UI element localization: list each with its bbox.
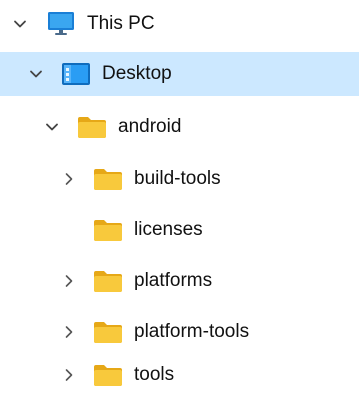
tree-item-label: This PC — [87, 13, 155, 34]
folder-icon — [94, 220, 122, 241]
folder-icon — [94, 271, 122, 292]
folder-icon — [94, 322, 122, 343]
chevron-down-icon[interactable] — [28, 66, 44, 82]
tree-item-licenses[interactable]: licenses — [0, 207, 359, 251]
tree-item-label: build-tools — [134, 168, 221, 189]
tree-item-tools[interactable]: tools — [0, 350, 359, 394]
tree-item-label: Desktop — [102, 63, 172, 84]
chevron-right-icon[interactable] — [61, 273, 77, 289]
folder-icon — [94, 365, 122, 386]
tree-item-label: platform-tools — [134, 321, 250, 342]
tree-item-label: tools — [134, 364, 175, 385]
folder-icon — [94, 169, 122, 190]
tree-item-android[interactable]: android — [0, 104, 359, 148]
folder-icon — [78, 117, 106, 138]
tree-item-label: licenses — [134, 219, 203, 240]
tree-item-label: platforms — [134, 270, 213, 291]
navigation-tree: This PC Desktop android build-tools lice… — [0, 0, 359, 396]
chevron-right-icon[interactable] — [61, 367, 77, 383]
tree-item-label: android — [118, 116, 182, 137]
computer-icon — [48, 12, 74, 35]
desktop-icon — [62, 63, 90, 85]
chevron-down-icon[interactable] — [12, 16, 28, 32]
tree-item-this-pc[interactable]: This PC — [0, 2, 359, 46]
chevron-right-icon[interactable] — [61, 324, 77, 340]
tree-item-build-tools[interactable]: build-tools — [0, 156, 359, 200]
tree-item-desktop[interactable]: Desktop — [0, 52, 359, 96]
chevron-right-icon[interactable] — [61, 171, 77, 187]
chevron-down-icon[interactable] — [44, 119, 60, 135]
tree-item-platform-tools[interactable]: platform-tools — [0, 309, 359, 353]
tree-item-platforms[interactable]: platforms — [0, 258, 359, 302]
